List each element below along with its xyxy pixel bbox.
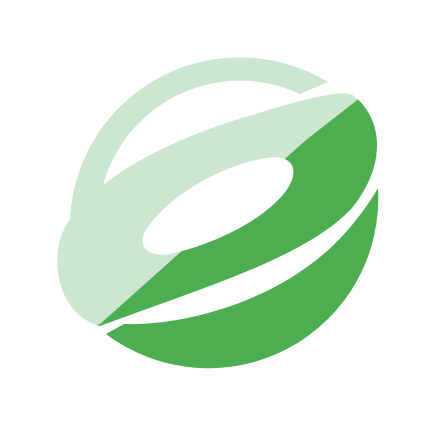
green-orbit-logo-icon xyxy=(57,57,379,369)
logo-canvas xyxy=(0,0,434,434)
